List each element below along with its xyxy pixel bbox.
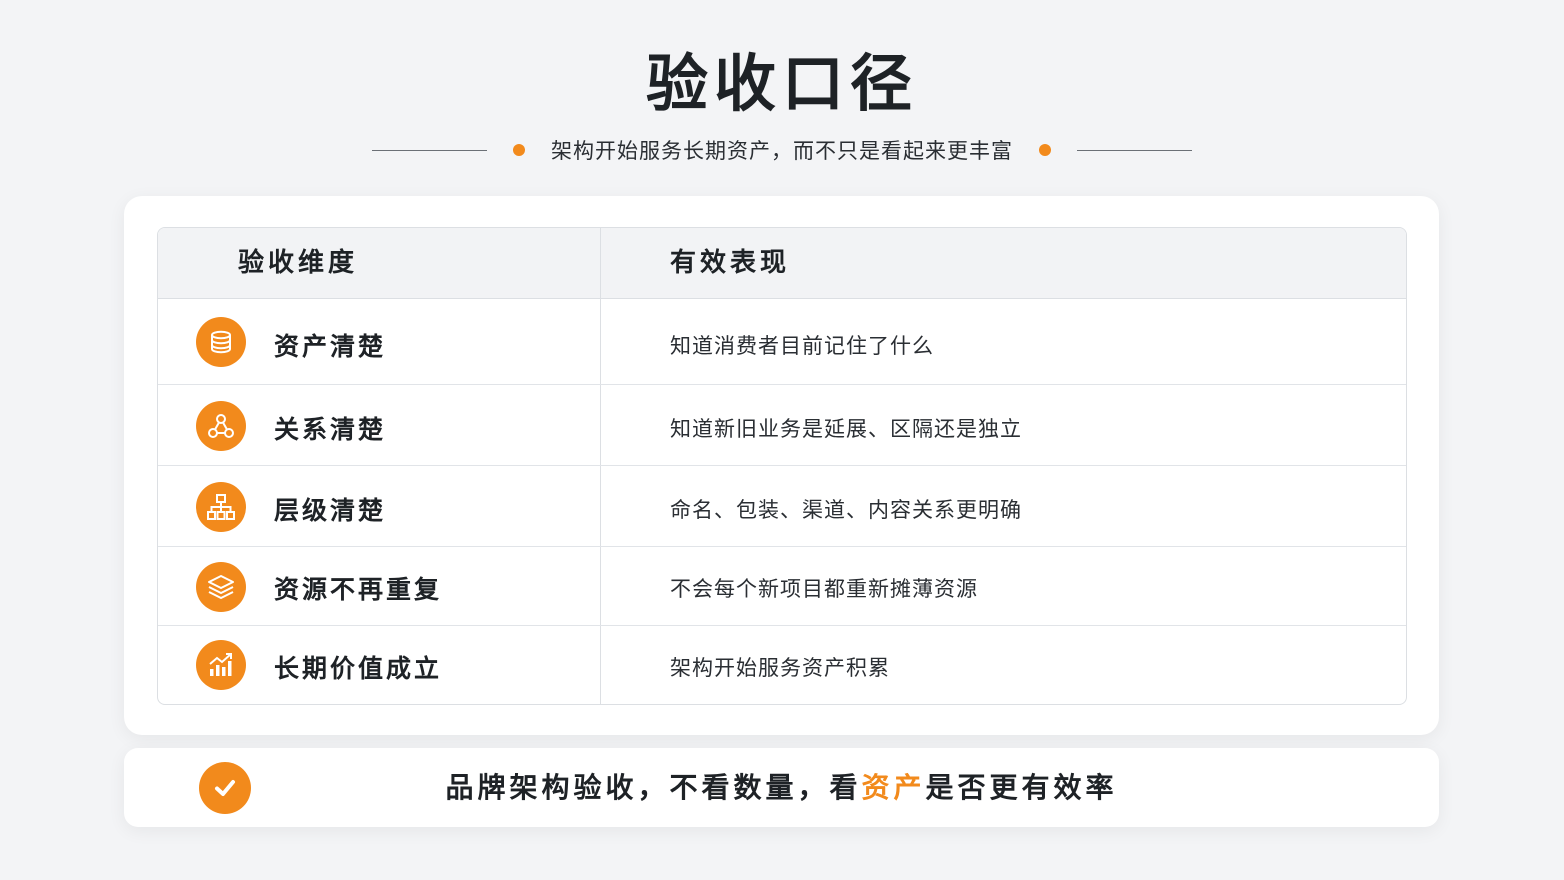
dimension-label: 层级清楚 xyxy=(274,496,387,525)
left-divider xyxy=(372,149,487,151)
subtitle-row: 架构开始服务长期资产，而不只是看起来更丰富 xyxy=(0,132,1564,168)
table-row: 关系清楚 知道新旧业务是延展、区隔还是独立 xyxy=(158,384,1406,466)
layers-icon xyxy=(196,562,246,612)
header-dimension: 验收维度 xyxy=(238,248,359,278)
left-accent-dot xyxy=(513,144,525,156)
growth-chart-icon xyxy=(196,640,246,690)
table-row: 层级清楚 命名、包装、渠道、内容关系更明确 xyxy=(158,465,1406,547)
table-row: 资源不再重复 不会每个新项目都重新摊薄资源 xyxy=(158,546,1406,626)
performance-value: 不会每个新项目都重新摊薄资源 xyxy=(670,577,978,601)
hierarchy-icon xyxy=(196,482,246,532)
summary-text-after: 是否更有效率 xyxy=(925,771,1118,804)
summary-text-before: 品牌架构验收，不看数量，看 xyxy=(445,771,862,804)
right-divider xyxy=(1077,149,1192,151)
page-subtitle: 架构开始服务长期资产，而不只是看起来更丰富 xyxy=(551,139,1013,163)
table-row: 长期价值成立 架构开始服务资产积累 xyxy=(158,625,1406,704)
dimension-label: 资产清楚 xyxy=(274,332,387,361)
dimension-label: 资源不再重复 xyxy=(274,575,443,604)
performance-value: 架构开始服务资产积累 xyxy=(670,656,890,680)
relationship-nodes-icon xyxy=(196,401,246,451)
performance-value: 知道新旧业务是延展、区隔还是独立 xyxy=(670,417,1022,441)
acceptance-card: 验收维度 有效表现 资产清楚 知道消费者目前记住了什么 关系清楚 知道新旧业务是… xyxy=(124,196,1439,735)
right-accent-dot xyxy=(1039,144,1051,156)
dimension-label: 长期价值成立 xyxy=(274,654,443,683)
performance-value: 命名、包装、渠道、内容关系更明确 xyxy=(670,498,1022,522)
page-title: 验收口径 xyxy=(645,47,918,120)
acceptance-table: 验收维度 有效表现 资产清楚 知道消费者目前记住了什么 关系清楚 知道新旧业务是… xyxy=(157,227,1407,705)
dimension-label: 关系清楚 xyxy=(274,415,387,444)
header-performance: 有效表现 xyxy=(670,248,791,278)
summary-text: 品牌架构验收，不看数量，看资产是否更有效率 xyxy=(124,748,1439,827)
table-header: 验收维度 有效表现 xyxy=(158,228,1406,299)
summary-banner: 品牌架构验收，不看数量，看资产是否更有效率 xyxy=(124,748,1439,827)
performance-value: 知道消费者目前记住了什么 xyxy=(670,334,934,358)
table-row: 资产清楚 知道消费者目前记住了什么 xyxy=(158,299,1406,384)
database-icon xyxy=(196,317,246,367)
summary-highlight: 资产 xyxy=(861,771,926,804)
